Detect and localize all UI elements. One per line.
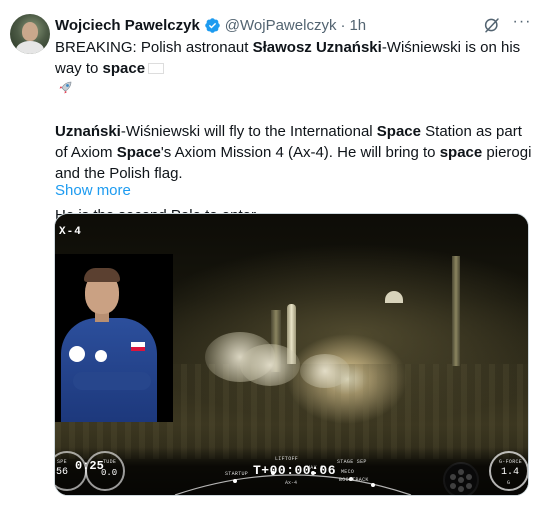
tweet-media-video[interactable]: X-4 SPE 56 0:25 TUDE 0.0 STARTUP LIFTOFF… xyxy=(54,213,529,496)
smoke-plume xyxy=(300,354,350,388)
show-more-link[interactable]: Show more xyxy=(55,182,131,199)
timeline-tag: MECO xyxy=(341,469,355,475)
rocket-icon xyxy=(59,81,72,94)
tweet-paragraph-1: BREAKING: Polish astronaut Sławosz Uznań… xyxy=(55,37,535,79)
telemetry-hud: SPE 56 0:25 TUDE 0.0 STARTUP LIFTOFF MAX… xyxy=(55,447,528,495)
text-run: 's Axiom Mission 4 (Ax-4). He will bring… xyxy=(160,144,440,161)
text-run: BREAKING: Polish astronaut xyxy=(55,39,253,56)
avatar-face xyxy=(22,22,38,41)
astronaut-portrait xyxy=(55,254,173,422)
astronaut-suit xyxy=(61,318,157,422)
mission-sub-label: Ax-4 xyxy=(285,480,298,486)
timeline-tag: STARTUP xyxy=(225,471,249,477)
polish-flag-patch xyxy=(131,342,145,351)
verified-badge-icon xyxy=(205,17,220,33)
tweet-paragraph-2: Uznański-Wiśniewski will fly to the Inte… xyxy=(55,121,535,184)
speed-big-value: 0:25 xyxy=(75,459,104,473)
launch-dome xyxy=(385,291,403,303)
polish-flag-icon xyxy=(148,63,165,74)
suit-patch xyxy=(95,350,107,362)
avatar-body xyxy=(16,41,44,54)
tweet-timestamp[interactable]: 1h xyxy=(349,17,366,34)
g-force-tag: G-FORCE xyxy=(499,459,523,465)
highlight-space: space xyxy=(439,144,483,161)
author-display-name[interactable]: Wojciech Pawelczyk xyxy=(55,17,200,34)
avatar[interactable] xyxy=(10,14,50,54)
altitude-tag: TUDE xyxy=(103,459,117,465)
mission-timer: T+00:00:06 xyxy=(253,463,337,478)
grok-icon[interactable] xyxy=(483,16,501,34)
text-run: -Wiśniewski will fly to the Internationa… xyxy=(120,123,377,140)
speed-value: 56 xyxy=(56,467,69,478)
g-force-unit: G xyxy=(507,480,511,486)
suit-patch xyxy=(69,346,85,362)
separator-dot: · xyxy=(340,16,346,34)
timeline-tag: BOOSTBACK xyxy=(339,477,369,483)
launch-tower xyxy=(452,256,460,366)
tweet[interactable]: Wojciech Pawelczyk @WojPawelczyk · 1h ··… xyxy=(0,0,550,505)
highlight-space: Space xyxy=(116,144,161,161)
mission-label: X-4 xyxy=(59,226,82,238)
astronaut-arms xyxy=(73,372,151,390)
altitude-value: 0.0 xyxy=(101,468,118,478)
more-options-icon[interactable]: ··· xyxy=(512,14,532,35)
timeline-tag: LIFTOFF xyxy=(275,456,299,462)
hashtag-link: Sławosz Uznański xyxy=(252,39,382,56)
highlight-space: space xyxy=(102,60,146,77)
astronaut-hair xyxy=(84,268,120,282)
g-force-value: 1.4 xyxy=(501,467,520,478)
timeline-tag: STAGE SEP xyxy=(337,459,367,465)
author-handle[interactable]: @WojPawelczyk xyxy=(225,17,337,34)
smoke-plume xyxy=(240,344,300,386)
speed-tag: SPE xyxy=(57,459,67,465)
highlight-name: Uznański xyxy=(55,123,121,140)
highlight-space: Space xyxy=(376,123,421,140)
tweet-header: Wojciech Pawelczyk @WojPawelczyk · 1h xyxy=(55,14,366,36)
